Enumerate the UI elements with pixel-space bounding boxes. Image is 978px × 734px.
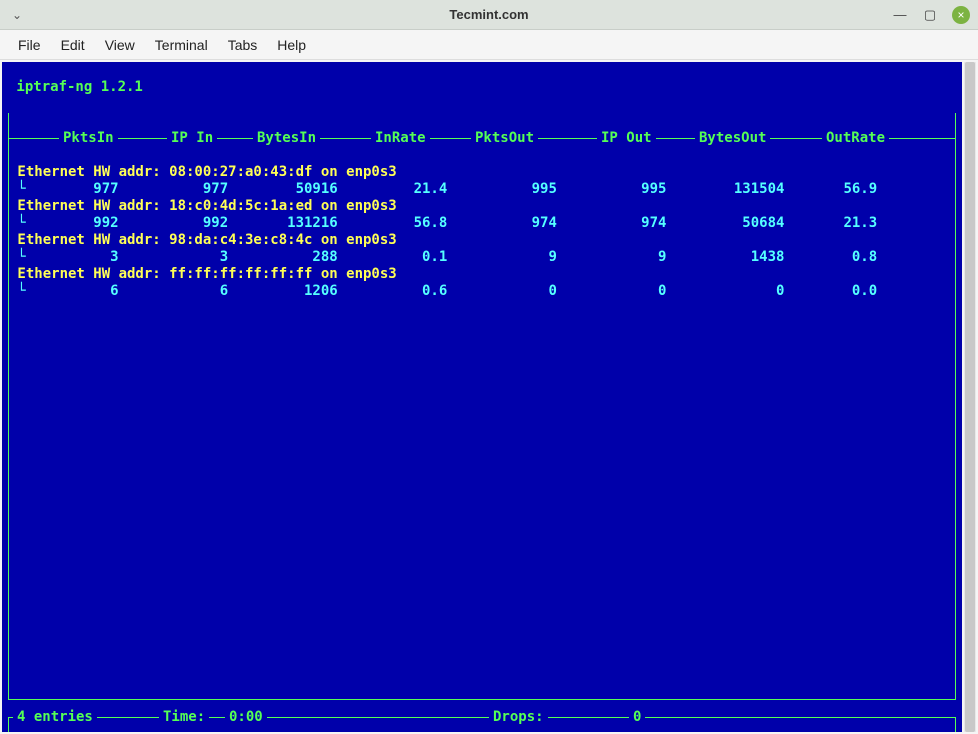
window-controls: — ▢ × bbox=[892, 6, 970, 24]
menu-terminal[interactable]: Terminal bbox=[147, 34, 216, 56]
entry-header: Ethernet HW addr: ff:ff:ff:ff:ff:ff on e… bbox=[9, 266, 955, 283]
col-pktsin: PktsIn bbox=[59, 130, 118, 147]
entry-stats: └ 992 992 131216 56.8 974 974 50684 21.3 bbox=[9, 215, 955, 232]
status-time: 0:00 bbox=[225, 709, 267, 726]
status-time-label: Time: bbox=[159, 709, 209, 726]
col-pktsout: PktsOut bbox=[471, 130, 538, 147]
col-ipin: IP In bbox=[167, 130, 217, 147]
menu-edit[interactable]: Edit bbox=[53, 34, 93, 56]
scrollbar-thumb[interactable] bbox=[965, 62, 975, 732]
window-menu-icon[interactable]: ⌄ bbox=[8, 6, 26, 24]
terminal-container: iptraf-ng 1.2.1 PktsIn IP In BytesIn InRate… bbox=[0, 60, 978, 734]
scrollbar[interactable] bbox=[964, 62, 976, 732]
status-bar: 4 entries Time: 0:00 Drops: 0 bbox=[8, 717, 956, 732]
col-outrate: OutRate bbox=[822, 130, 889, 147]
status-drops: 0 bbox=[629, 709, 645, 726]
entry-stats: └ 3 3 288 0.1 9 9 1438 0.8 bbox=[9, 249, 955, 266]
status-drops-label: Drops: bbox=[489, 709, 548, 726]
status-entries: 4 entries bbox=[13, 709, 97, 726]
terminal[interactable]: iptraf-ng 1.2.1 PktsIn IP In BytesIn InRate… bbox=[2, 62, 962, 732]
entry-header: Ethernet HW addr: 08:00:27:a0:43:df on e… bbox=[9, 164, 955, 181]
col-bytesout: BytesOut bbox=[695, 130, 770, 147]
col-bytesin: BytesIn bbox=[253, 130, 320, 147]
menu-file[interactable]: File bbox=[10, 34, 49, 56]
col-ipout: IP Out bbox=[597, 130, 656, 147]
column-headers: PktsIn IP In BytesIn InRate PktsOut IP Out Byt… bbox=[9, 130, 955, 147]
menu-view[interactable]: View bbox=[97, 34, 143, 56]
entry-header: Ethernet HW addr: 98:da:c4:3e:c8:4c on e… bbox=[9, 232, 955, 249]
entry-stats: └ 977 977 50916 21.4 995 995 131504 56.9 bbox=[9, 181, 955, 198]
app-title: iptraf-ng 1.2.1 bbox=[2, 79, 962, 96]
col-inrate: InRate bbox=[371, 130, 430, 147]
stats-frame: PktsIn IP In BytesIn InRate PktsOut IP Out Byt… bbox=[8, 113, 956, 700]
menubar: File Edit View Terminal Tabs Help bbox=[0, 30, 978, 60]
window-titlebar: ⌄ Tecmint.com — ▢ × bbox=[0, 0, 978, 30]
close-icon[interactable]: × bbox=[952, 6, 970, 24]
maximize-icon[interactable]: ▢ bbox=[922, 7, 938, 23]
minimize-icon[interactable]: — bbox=[892, 7, 908, 23]
window-title: Tecmint.com bbox=[0, 7, 978, 22]
stats-rows: Ethernet HW addr: 08:00:27:a0:43:df on e… bbox=[9, 164, 955, 300]
entry-stats: └ 6 6 1206 0.6 0 0 0 0.0 bbox=[9, 283, 955, 300]
entry-header: Ethernet HW addr: 18:c0:4d:5c:1a:ed on e… bbox=[9, 198, 955, 215]
menu-help[interactable]: Help bbox=[269, 34, 314, 56]
menu-tabs[interactable]: Tabs bbox=[220, 34, 266, 56]
